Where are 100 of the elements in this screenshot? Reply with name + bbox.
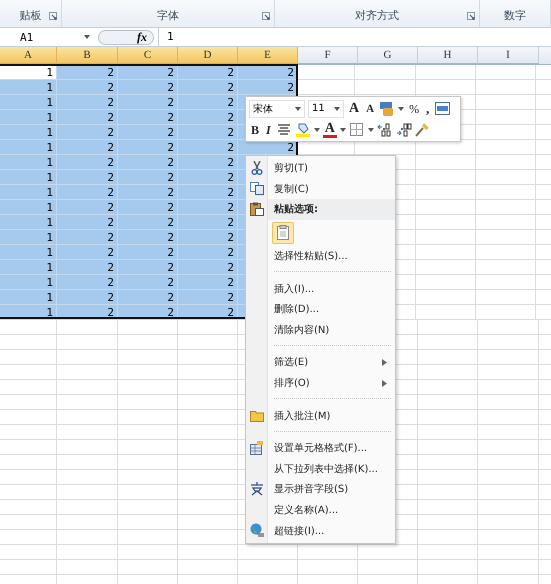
column-header[interactable]: I	[478, 47, 539, 64]
menu-item[interactable]: 从下拉列表中选择(K)...	[268, 462, 378, 476]
column-header[interactable]: A	[0, 47, 57, 64]
table-cell: 2	[57, 215, 118, 230]
menu-item[interactable]: 删除(D)...	[268, 302, 320, 316]
dropdown-caret-icon	[368, 128, 374, 132]
table-cell: 2	[57, 125, 118, 140]
table-cell: 1	[0, 185, 57, 200]
table-cell: 2	[57, 290, 118, 305]
table-cell: 2	[118, 170, 178, 185]
dropdown-caret-icon	[84, 35, 90, 39]
table-cell: 2	[118, 155, 178, 170]
align-center-icon[interactable]	[276, 122, 292, 138]
bold-button[interactable]: B	[249, 120, 262, 138]
table-cell: 1	[0, 230, 57, 245]
table-cell: 1	[0, 170, 57, 185]
table-cell: 2	[57, 200, 118, 215]
table-cell: 2	[57, 230, 118, 245]
column-header[interactable]: E	[238, 47, 298, 64]
column-header[interactable]: F	[298, 47, 358, 64]
menu-item[interactable]: 选择性粘贴(S)...	[268, 249, 348, 264]
table-cell: 2	[178, 155, 238, 170]
table-cell: 2	[57, 95, 118, 110]
table-style-icon[interactable]	[379, 100, 396, 116]
menu-item[interactable]: 剪切(T)	[268, 161, 308, 176]
font-name-dropdown[interactable]: 宋体	[249, 100, 305, 118]
name-box[interactable]: A1	[0, 28, 94, 46]
table-cell: 2	[118, 215, 178, 230]
table-cell: 2	[178, 200, 238, 215]
table-cell: 2	[178, 80, 238, 95]
table-cell: 2	[118, 95, 178, 110]
scissors-icon	[251, 161, 263, 176]
menu-section-header: 粘贴选项:	[272, 202, 318, 216]
column-header[interactable]: H	[418, 47, 478, 64]
font-color-button[interactable]: A	[322, 121, 337, 138]
table-cell: 1	[0, 155, 57, 170]
table-cell: 2	[118, 65, 178, 80]
table-cell: 1	[0, 290, 57, 305]
table-cell: 2	[178, 95, 238, 110]
table-cell: 1	[0, 275, 57, 290]
fill-color-icon[interactable]	[294, 122, 311, 138]
borders-icon[interactable]	[348, 122, 365, 138]
table-cell: 2	[178, 140, 238, 155]
column-header[interactable]: B	[57, 47, 118, 64]
insert-function-button[interactable]: fx	[98, 30, 154, 44]
table-cell: 2	[238, 65, 298, 80]
ribbon-group-label: 贴板	[20, 8, 42, 23]
ribbon-group-label: 对齐方式	[355, 8, 399, 23]
table-cell: 2	[178, 260, 238, 275]
table-cell: 2	[118, 125, 178, 140]
grow-font-button[interactable]: A	[347, 100, 362, 118]
table-cell: 2	[118, 185, 178, 200]
globe-link-icon	[250, 523, 264, 538]
table-cell: 2	[57, 140, 118, 155]
table-cell: 2	[118, 140, 178, 155]
table-cell: 2	[118, 80, 178, 95]
dropdown-caret-icon	[314, 128, 320, 132]
menu-item[interactable]: 插入(I)...	[268, 282, 314, 296]
decrease-decimal-icon[interactable]	[396, 122, 412, 138]
table-cell: 1	[0, 140, 57, 155]
submenu-arrow-icon	[382, 380, 387, 387]
dialog-launcher-icon[interactable]	[262, 12, 270, 20]
menu-item[interactable]: 显示拼音字段(S)	[268, 482, 348, 496]
table-cell: 2	[178, 275, 238, 290]
format-painter-icon[interactable]	[414, 122, 431, 138]
menu-item[interactable]: 复制(C)	[268, 182, 309, 196]
comma-style-button[interactable]: ,	[424, 100, 432, 118]
italic-button[interactable]: I	[264, 120, 273, 138]
increase-decimal-icon[interactable]	[376, 122, 393, 138]
shrink-font-button[interactable]: A	[364, 100, 376, 118]
menu-item[interactable]: 插入批注(M)	[268, 408, 330, 423]
dialog-launcher-icon[interactable]	[467, 12, 475, 20]
menu-item[interactable]: 设置单元格格式(F)...	[268, 441, 368, 456]
copy-icon	[250, 182, 264, 196]
paste-option-button[interactable]	[272, 222, 294, 244]
menu-item[interactable]: 超链接(I)...	[268, 524, 324, 538]
table-cell: 2	[118, 230, 178, 245]
table-cell: 2	[57, 155, 118, 170]
menu-item[interactable]: 排序(O)	[268, 376, 310, 390]
table-cell: 2	[178, 65, 238, 80]
column-header[interactable]: G	[358, 47, 418, 64]
column-header[interactable]: D	[178, 47, 238, 64]
table-cell: 2	[118, 260, 178, 275]
table-cell: 2	[57, 275, 118, 290]
column-header[interactable]: C	[118, 47, 178, 64]
submenu-arrow-icon	[382, 358, 387, 366]
ribbon-group-label: 数字	[504, 8, 526, 23]
menu-item[interactable]: 定义名称(A)...	[268, 503, 338, 518]
merge-cells-icon[interactable]	[434, 100, 450, 116]
table-cell: 2	[57, 170, 118, 185]
table-cell: 2	[57, 110, 118, 125]
formula-field[interactable]: 1	[158, 28, 551, 46]
font-size-dropdown[interactable]: 11	[308, 100, 344, 118]
menu-item[interactable]: 清除内容(N)	[268, 322, 330, 337]
table-cell: 2	[57, 65, 118, 80]
dialog-launcher-icon[interactable]	[49, 12, 57, 20]
table-cell: 2	[57, 80, 118, 95]
menu-item[interactable]: 筛选(E)	[268, 355, 308, 370]
percent-style-button[interactable]: %	[407, 100, 422, 118]
table-cell: 2	[178, 215, 238, 230]
